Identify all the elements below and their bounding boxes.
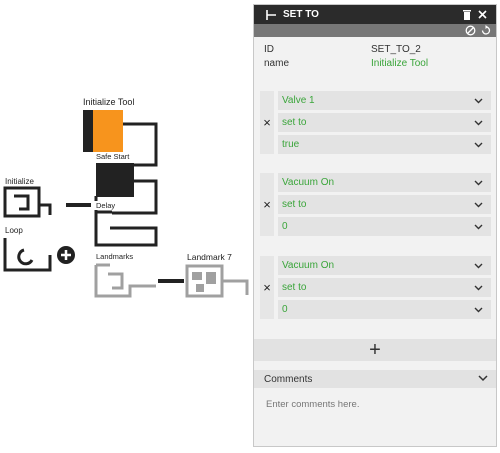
comments-header[interactable]: Comments	[254, 370, 496, 388]
properties-list: ID SET_TO_2 name Initialize Tool	[254, 37, 496, 71]
loop-block[interactable]	[3, 238, 52, 272]
flow-canvas[interactable]: Initialize Tool Safe Start Delay Initial…	[0, 0, 252, 453]
set-to-group: × Vacuum On set to 0	[260, 256, 491, 319]
comments-label: Comments	[264, 373, 313, 385]
chevron-down-icon	[474, 120, 483, 126]
add-block-icon[interactable]	[57, 246, 75, 264]
set-to-group: × Vacuum On set to 0	[260, 173, 491, 236]
target-select[interactable]: Vacuum On	[278, 173, 491, 192]
remove-group-button[interactable]: ×	[260, 256, 274, 319]
operation-select[interactable]: set to	[278, 278, 491, 297]
chevron-down-icon[interactable]	[478, 374, 488, 385]
property-name-row: name Initialize Tool	[264, 57, 486, 71]
operation-select[interactable]: set to	[278, 113, 491, 132]
safe-start-label: Safe Start	[94, 152, 132, 161]
initialize-label: Initialize	[5, 177, 34, 186]
operation-value: set to	[282, 117, 307, 128]
panel-toolbar	[254, 24, 496, 37]
chevron-down-icon	[474, 224, 483, 230]
landmark-7-label: Landmark 7	[187, 252, 232, 262]
close-icon[interactable]	[476, 9, 488, 21]
property-key: ID	[264, 44, 274, 55]
initialize-tool-label: Initialize Tool	[83, 97, 135, 107]
chevron-down-icon	[474, 307, 483, 313]
disable-icon[interactable]	[465, 25, 476, 36]
value-select[interactable]: true	[278, 135, 491, 154]
operation-value: set to	[282, 199, 307, 210]
value-value: 0	[282, 304, 288, 315]
add-group-button[interactable]: +	[254, 339, 496, 361]
close-icon: ×	[263, 197, 271, 212]
value-select[interactable]: 0	[278, 300, 491, 319]
panel-header: SET TO	[254, 5, 496, 24]
chevron-down-icon	[474, 142, 483, 148]
target-value: Vacuum On	[282, 260, 335, 271]
value-value: true	[282, 139, 300, 150]
landmarks-block[interactable]	[94, 263, 184, 298]
trash-icon[interactable]	[461, 9, 473, 21]
target-value: Valve 1	[282, 95, 315, 106]
remove-group-button[interactable]: ×	[260, 173, 274, 236]
operation-value: set to	[282, 282, 307, 293]
chevron-down-icon	[474, 285, 483, 291]
close-icon: ×	[263, 115, 271, 130]
delay-label: Delay	[94, 201, 118, 210]
chevron-down-icon	[474, 98, 483, 104]
set-to-group: × Valve 1 set to true	[260, 91, 491, 154]
plus-icon: +	[369, 339, 381, 361]
close-icon: ×	[263, 280, 271, 295]
name-field[interactable]: Initialize Tool	[371, 57, 428, 71]
landmarks-label: Landmarks	[94, 252, 136, 261]
chevron-down-icon	[474, 202, 483, 208]
panel-title: SET TO	[283, 9, 319, 20]
target-select[interactable]: Vacuum On	[278, 256, 491, 275]
initialize-block[interactable]	[3, 186, 91, 218]
properties-panel: SET TO ID SET_TO_2 name Initialize Tool …	[253, 4, 497, 447]
target-value: Vacuum On	[282, 177, 335, 188]
flow-set-icon	[265, 9, 277, 21]
flow-graph	[3, 110, 249, 298]
value-select[interactable]: 0	[278, 217, 491, 236]
property-key: name	[264, 58, 290, 69]
value-value: 0	[282, 221, 288, 232]
chevron-down-icon	[474, 180, 483, 186]
property-id-row: ID SET_TO_2	[264, 43, 486, 57]
remove-group-button[interactable]: ×	[260, 91, 274, 154]
comments-field[interactable]: Enter comments here.	[266, 399, 359, 410]
loop-label: Loop	[5, 226, 23, 235]
chevron-down-icon	[474, 263, 483, 269]
target-select[interactable]: Valve 1	[278, 91, 491, 110]
undo-icon[interactable]	[480, 25, 491, 36]
property-value: SET_TO_2	[371, 44, 421, 55]
operation-select[interactable]: set to	[278, 195, 491, 214]
landmark-7-block[interactable]	[185, 264, 249, 298]
